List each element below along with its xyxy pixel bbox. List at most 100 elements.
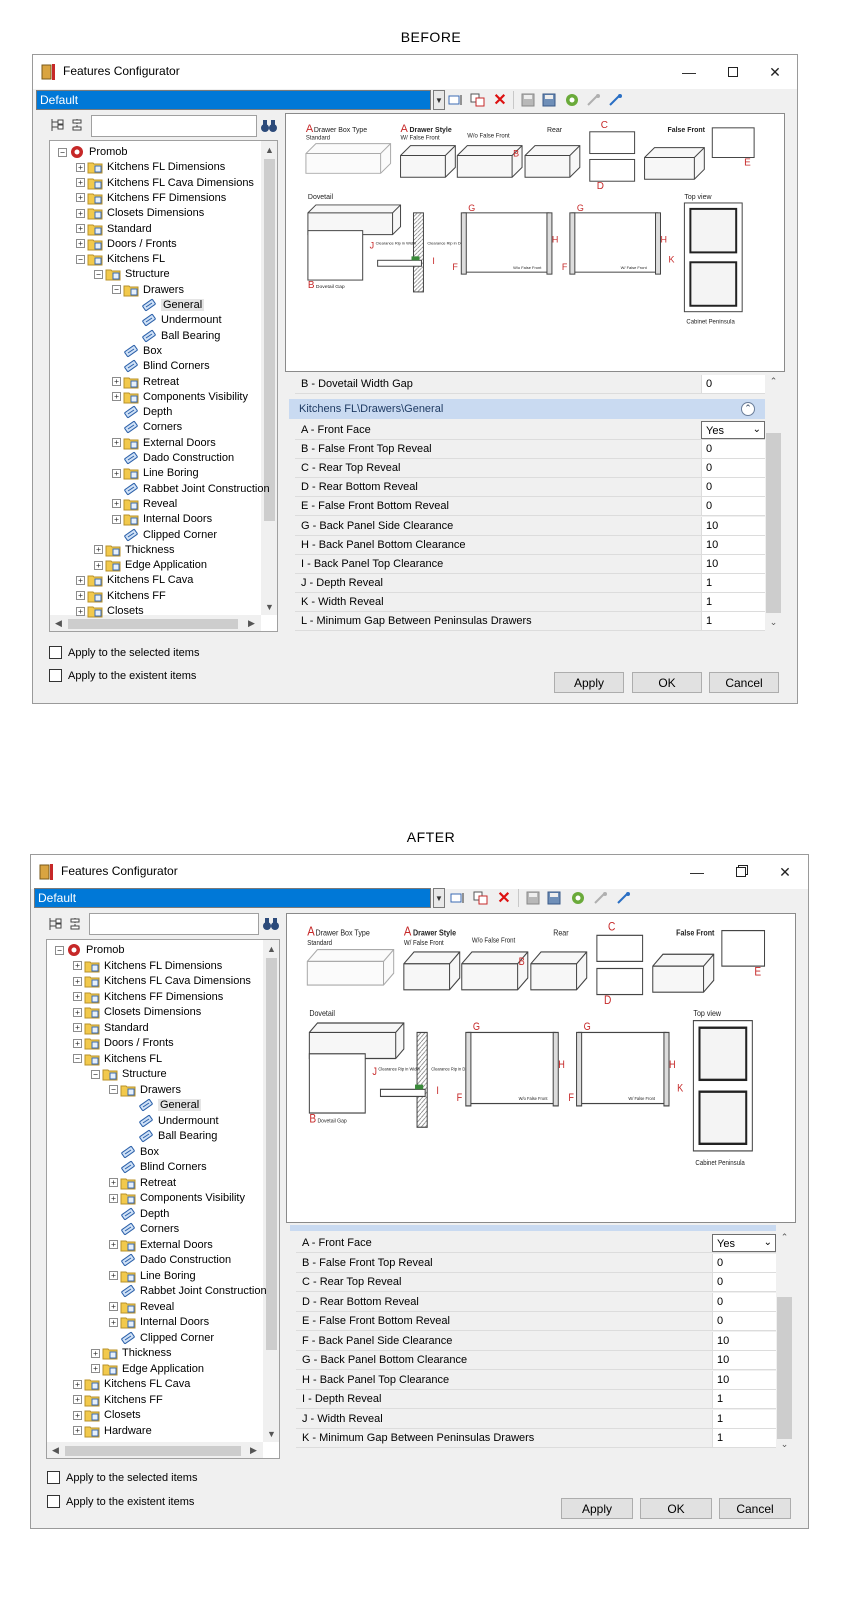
collapse-node-icon[interactable]: − — [76, 254, 85, 264]
ok-button[interactable]: OK — [632, 672, 702, 693]
collapse-node-icon[interactable]: − — [58, 147, 67, 157]
property-row[interactable]: C - Rear Top Reveal 0 — [295, 459, 765, 479]
expand-node-icon[interactable]: + — [109, 1193, 118, 1203]
property-row[interactable]: H - Back Panel Top Clearance 10 — [296, 1370, 776, 1390]
expand-node-icon[interactable]: + — [112, 438, 121, 448]
tree-vertical-scrollbar[interactable]: ▲ ▼ — [263, 940, 279, 1442]
export-icon[interactable] — [607, 91, 625, 109]
tree-item[interactable]: + Kitchens FL Cava — [73, 1376, 190, 1392]
property-row[interactable]: D - Rear Bottom Reveal 0 — [296, 1292, 776, 1312]
tree-item[interactable]: Blind Corners — [109, 1159, 207, 1175]
tree-item[interactable]: + Kitchens FL Cava Dimensions — [76, 175, 254, 191]
tree-item[interactable]: + Closets — [76, 603, 144, 619]
property-scroll-thumb[interactable] — [777, 1297, 792, 1439]
tree-item[interactable]: + Reveal — [109, 1299, 174, 1315]
expand-node-icon[interactable]: + — [73, 961, 82, 970]
property-row[interactable]: A - Front Face Yes ⌄ — [295, 421, 765, 440]
tree-item[interactable]: + Kitchens FL Cava — [76, 572, 193, 588]
rename-icon[interactable] — [447, 91, 465, 109]
property-scroll-thumb[interactable] — [766, 433, 781, 613]
collapse-node-icon[interactable]: − — [112, 285, 121, 295]
rename-icon[interactable] — [449, 889, 467, 907]
tree-item[interactable]: + Retreat — [109, 1175, 176, 1191]
tree-item[interactable]: Box — [109, 1144, 159, 1160]
property-row[interactable]: B - False Front Top Reveal 0 — [295, 440, 765, 460]
collapse-node-icon[interactable]: − — [55, 945, 64, 955]
tree-item[interactable]: + Internal Doors — [109, 1314, 209, 1330]
tree-item[interactable]: Rabbet Joint Construction — [112, 481, 270, 497]
property-row[interactable]: A - Front Face Yes ⌄ — [296, 1234, 776, 1253]
expand-node-icon[interactable]: + — [76, 575, 85, 585]
tree-item[interactable]: Depth — [109, 1206, 169, 1222]
tree-item[interactable]: Rabbet Joint Construction — [109, 1283, 267, 1299]
tree-item[interactable]: + Kitchens FL Cava Dimensions — [73, 973, 251, 989]
tree-item[interactable]: − Kitchens FL — [76, 251, 165, 267]
collapse-group-icon[interactable]: ⌃ — [741, 402, 755, 416]
tree-scroll-thumb[interactable] — [264, 159, 275, 521]
expand-node-icon[interactable]: + — [73, 1395, 82, 1404]
expand-all-icon[interactable] — [67, 916, 83, 932]
collapse-node-icon[interactable]: − — [109, 1085, 118, 1094]
tree-item[interactable]: − Structure — [91, 1066, 167, 1082]
expand-node-icon[interactable]: + — [73, 1023, 82, 1032]
expand-node-icon[interactable]: + — [94, 545, 103, 555]
tree-item[interactable]: + Edge Application — [91, 1361, 204, 1377]
chevron-down-icon[interactable]: ⌄ — [764, 1237, 772, 1248]
feature-tree[interactable]: ▲ ▼ ◀ ▶ − Promob + Kitchens FL Dimensions + K… — [49, 140, 278, 632]
scroll-up-icon[interactable]: ⌃ — [765, 373, 782, 390]
property-row[interactable]: E - False Front Bottom Reveal 0 — [296, 1312, 776, 1331]
tree-item[interactable]: Undermount — [127, 1113, 219, 1129]
tree-item[interactable]: + Kitchens FF Dimensions — [73, 989, 223, 1005]
collapse-all-icon[interactable] — [49, 117, 65, 133]
tree-item[interactable]: Dado Construction — [109, 1252, 231, 1268]
property-row[interactable]: I - Depth Reveal 1 — [296, 1390, 776, 1409]
tree-item[interactable]: + Standard — [76, 221, 152, 237]
apply-button[interactable]: Apply — [554, 672, 624, 693]
scroll-down-icon[interactable]: ⌄ — [776, 1436, 793, 1453]
tree-item[interactable]: Corners — [112, 419, 182, 435]
property-value[interactable]: 1 — [712, 1409, 776, 1428]
property-value[interactable]: 10 — [712, 1351, 776, 1369]
tree-item[interactable]: Depth — [112, 404, 172, 420]
settings-icon[interactable] — [563, 91, 581, 109]
expand-node-icon[interactable]: + — [109, 1271, 118, 1280]
apply-existent-items-checkbox[interactable]: Apply to the existent items — [49, 669, 196, 682]
tree-item[interactable]: + Closets — [73, 1407, 141, 1423]
tree-item[interactable]: Undermount — [130, 312, 222, 328]
scroll-up-icon[interactable]: ▲ — [261, 141, 277, 158]
expand-node-icon[interactable]: + — [73, 976, 82, 986]
profile-combo-arrow[interactable]: ▼ — [433, 90, 445, 110]
tree-item[interactable]: General — [127, 1097, 202, 1113]
property-row-partial[interactable]: B - Dovetail Width Gap 0 — [295, 375, 765, 394]
property-value[interactable]: 0 — [712, 1273, 776, 1291]
expand-node-icon[interactable]: + — [76, 239, 85, 249]
expand-node-icon[interactable]: + — [73, 1426, 82, 1435]
property-row[interactable]: G - Back Panel Bottom Clearance 10 — [296, 1351, 776, 1370]
collapse-all-icon[interactable] — [47, 916, 63, 932]
expand-node-icon[interactable]: + — [112, 514, 121, 524]
scroll-down-icon[interactable]: ⌄ — [765, 614, 782, 631]
property-value[interactable]: 0 — [701, 440, 765, 459]
save-as-icon[interactable] — [541, 91, 559, 109]
tree-item[interactable]: + Closets Dimensions — [73, 1004, 201, 1020]
collapse-node-icon[interactable]: − — [94, 269, 103, 279]
property-row[interactable]: K - Width Reveal 1 — [295, 592, 765, 612]
expand-node-icon[interactable]: + — [109, 1178, 118, 1187]
property-row[interactable]: E - False Front Bottom Reveal 0 — [295, 497, 765, 517]
import-icon[interactable] — [585, 91, 603, 109]
property-vertical-scrollbar[interactable]: ⌃ ⌄ — [765, 373, 782, 631]
cancel-button[interactable]: Cancel — [709, 672, 779, 693]
close-button[interactable]: ✕ — [755, 60, 795, 84]
tree-item[interactable]: + Kitchens FL Dimensions — [76, 159, 225, 175]
expand-node-icon[interactable]: + — [73, 1379, 82, 1389]
tree-item[interactable]: Dado Construction — [112, 450, 234, 466]
property-value-dropdown[interactable]: Yes ⌄ — [701, 421, 765, 439]
apply-button[interactable]: Apply — [561, 1498, 633, 1519]
feature-tree[interactable]: ▲ ▼ ◀ ▶ − Promob + Kitchens FL Dimensions + K… — [46, 939, 280, 1459]
save-icon[interactable] — [519, 91, 537, 109]
profile-combo[interactable]: Default — [34, 888, 431, 908]
cancel-button[interactable]: Cancel — [719, 1498, 791, 1519]
property-row[interactable]: B - False Front Top Reveal 0 — [296, 1253, 776, 1273]
property-row[interactable]: F - Back Panel Side Clearance 10 — [296, 1331, 776, 1351]
scroll-left-icon[interactable]: ◀ — [47, 1442, 64, 1458]
